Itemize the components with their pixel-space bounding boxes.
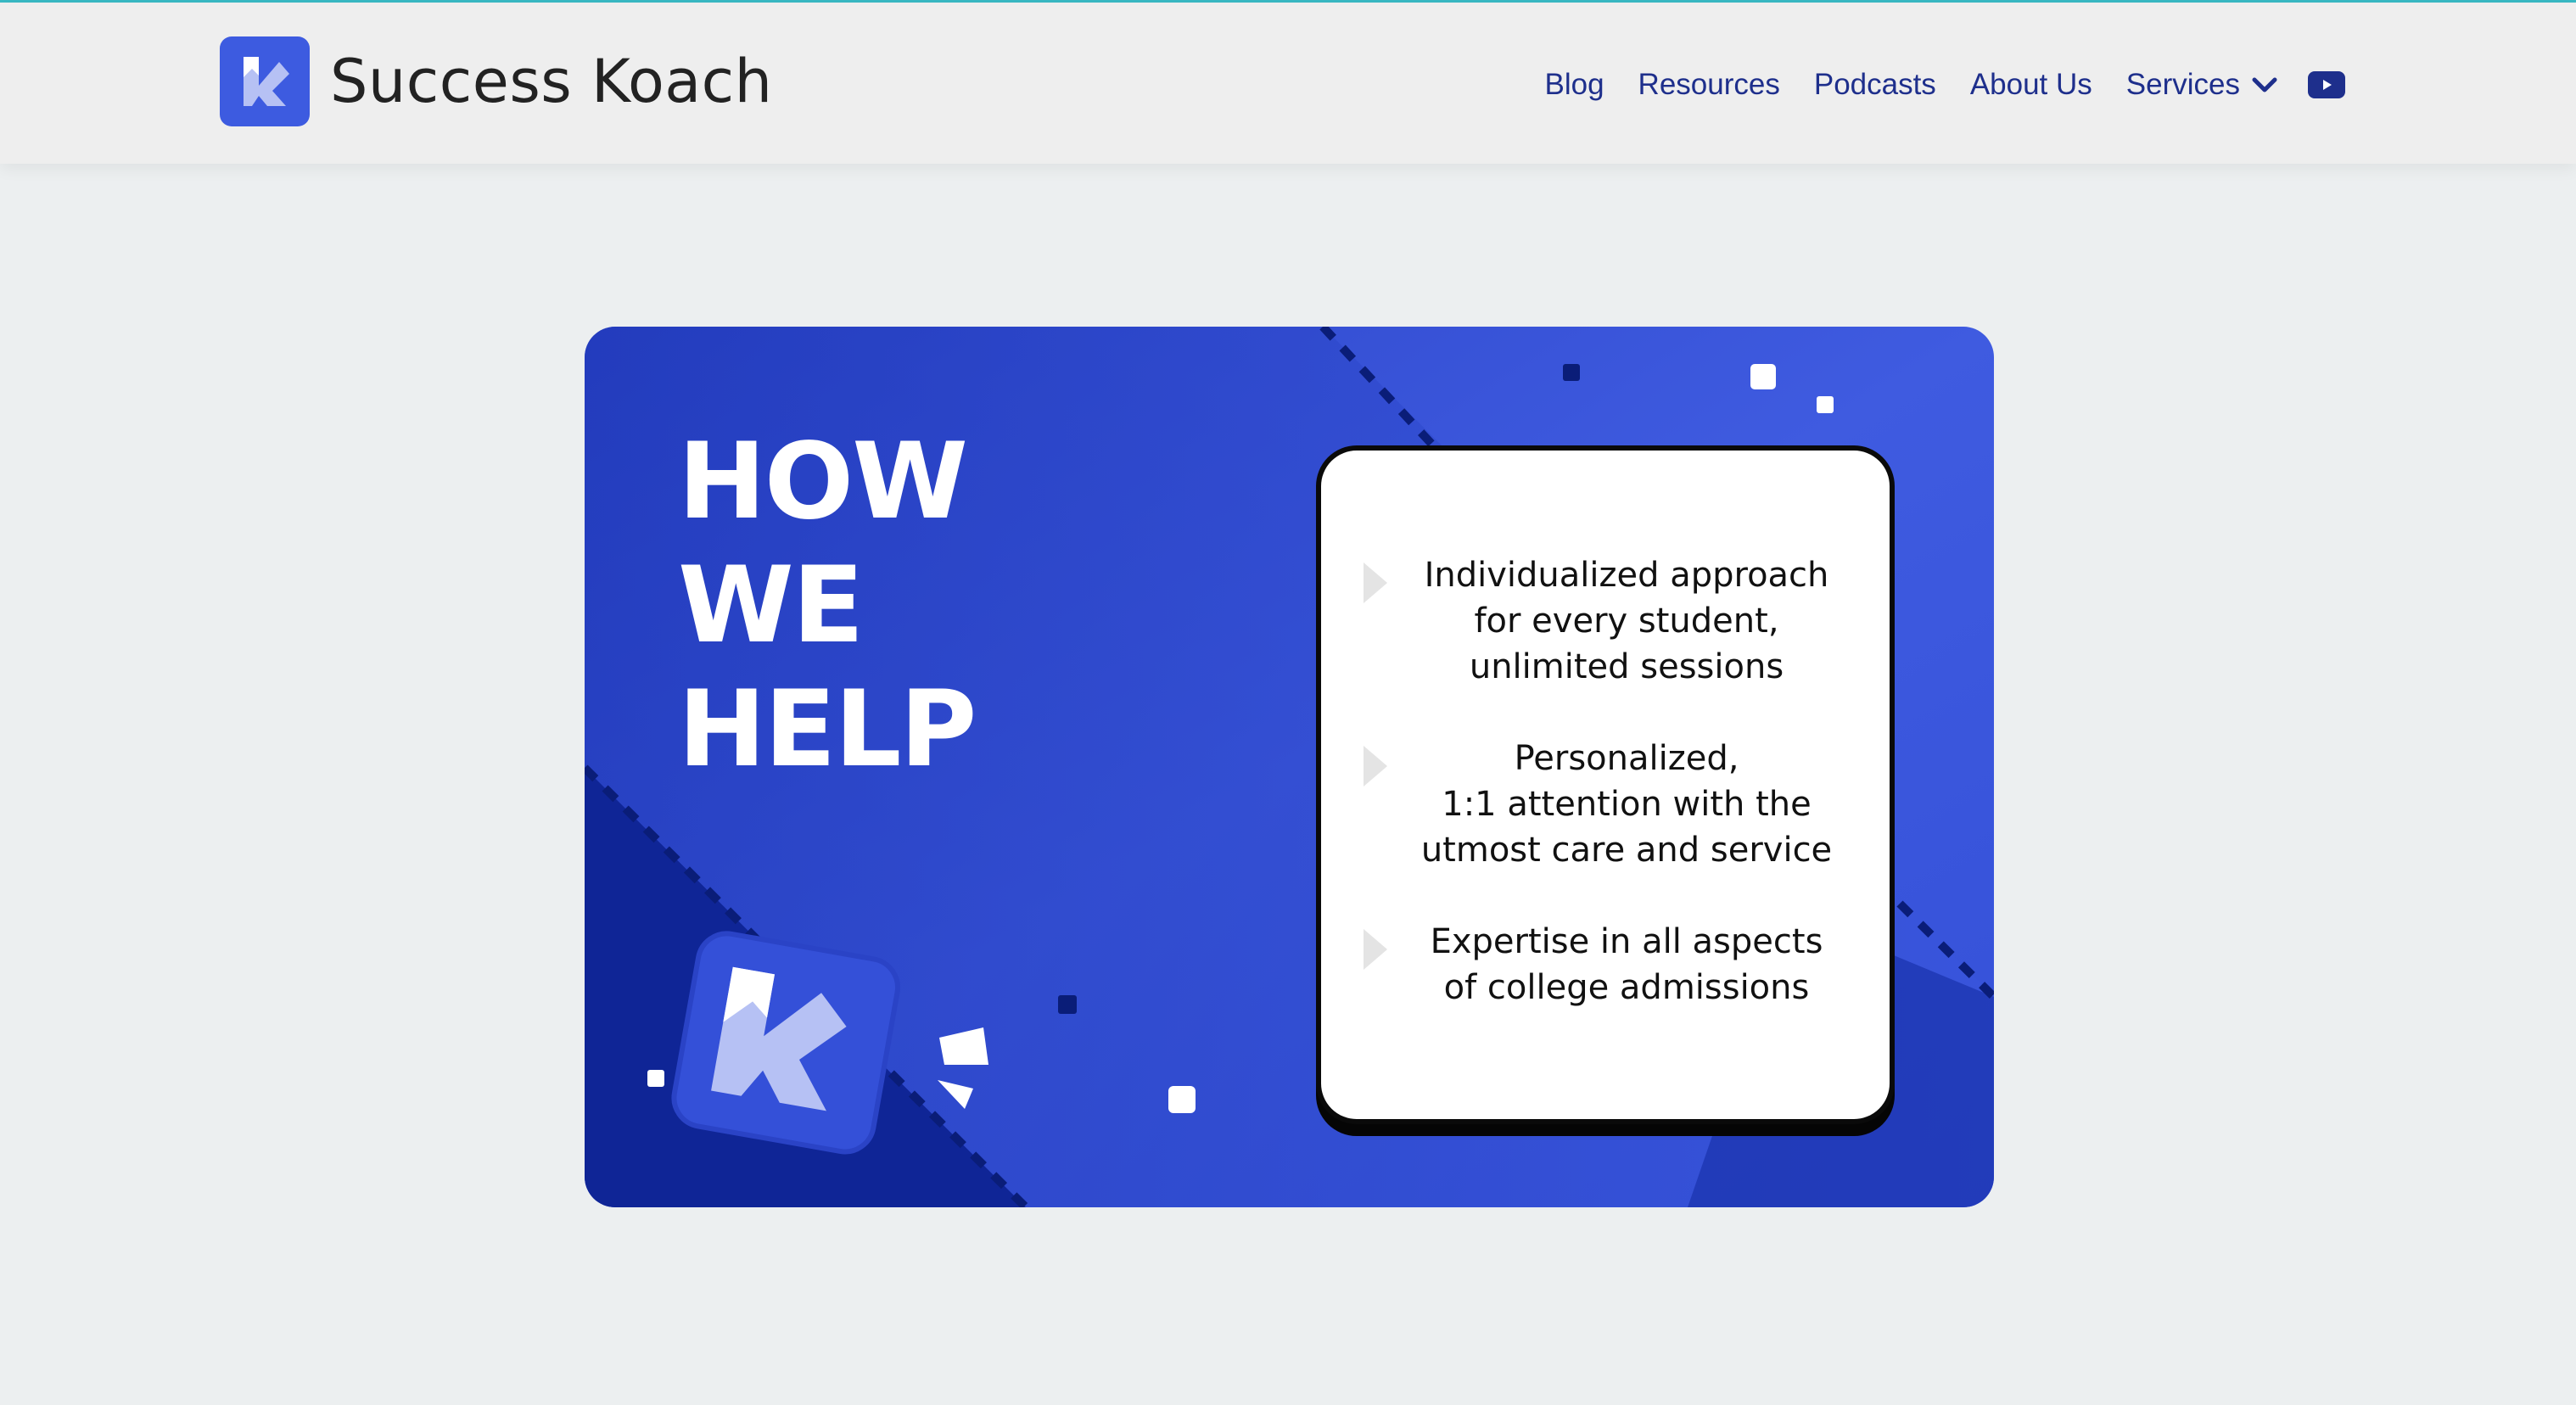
main-navigation: Blog Resources Podcasts About Us Service…	[1544, 55, 2345, 115]
benefit-text-line: unlimited sessions	[1469, 647, 1784, 686]
benefit-text-line: Expertise in all aspects	[1430, 922, 1823, 961]
bullet-arrow-icon	[1364, 929, 1387, 970]
benefit-text-line: for every student,	[1474, 602, 1779, 641]
benefit-text-line: of college admissions	[1443, 968, 1810, 1007]
nav-podcasts-link[interactable]: Podcasts	[1814, 68, 1936, 102]
bullet-arrow-icon	[1364, 563, 1387, 603]
k-logo-icon	[220, 36, 310, 126]
nav-about-us-link[interactable]: About Us	[1970, 68, 2092, 102]
nav-services-label: Services	[2125, 68, 2240, 101]
site-title: Success Koach	[330, 47, 773, 116]
how-we-help-banner: HOW WE HELP Individualized approach for …	[585, 327, 1994, 1207]
benefit-text-line: Personalized,	[1514, 739, 1739, 778]
youtube-icon[interactable]	[2308, 71, 2345, 98]
hero-heading-line: WE	[678, 545, 864, 667]
hero-heading: HOW WE HELP	[678, 420, 977, 792]
benefit-text-line: utmost care and service	[1420, 831, 1833, 870]
nav-blog-link[interactable]: Blog	[1544, 68, 1604, 102]
hero-heading-line: HOW	[678, 421, 968, 543]
benefits-card: Individualized approach for every studen…	[1316, 445, 1895, 1124]
nav-resources-link[interactable]: Resources	[1638, 68, 1780, 102]
bullet-arrow-icon	[1364, 746, 1387, 786]
site-header: Success Koach Blog Resources Podcasts Ab…	[0, 3, 2576, 164]
benefit-text-line: Individualized approach	[1424, 556, 1829, 595]
chevron-down-icon	[2252, 77, 2277, 92]
benefit-text-line: 1:1 attention with the	[1442, 785, 1812, 824]
hero-heading-line: HELP	[678, 669, 977, 791]
nav-services-dropdown[interactable]: Services	[2126, 68, 2277, 102]
site-logo-link[interactable]: Success Koach	[220, 36, 773, 127]
